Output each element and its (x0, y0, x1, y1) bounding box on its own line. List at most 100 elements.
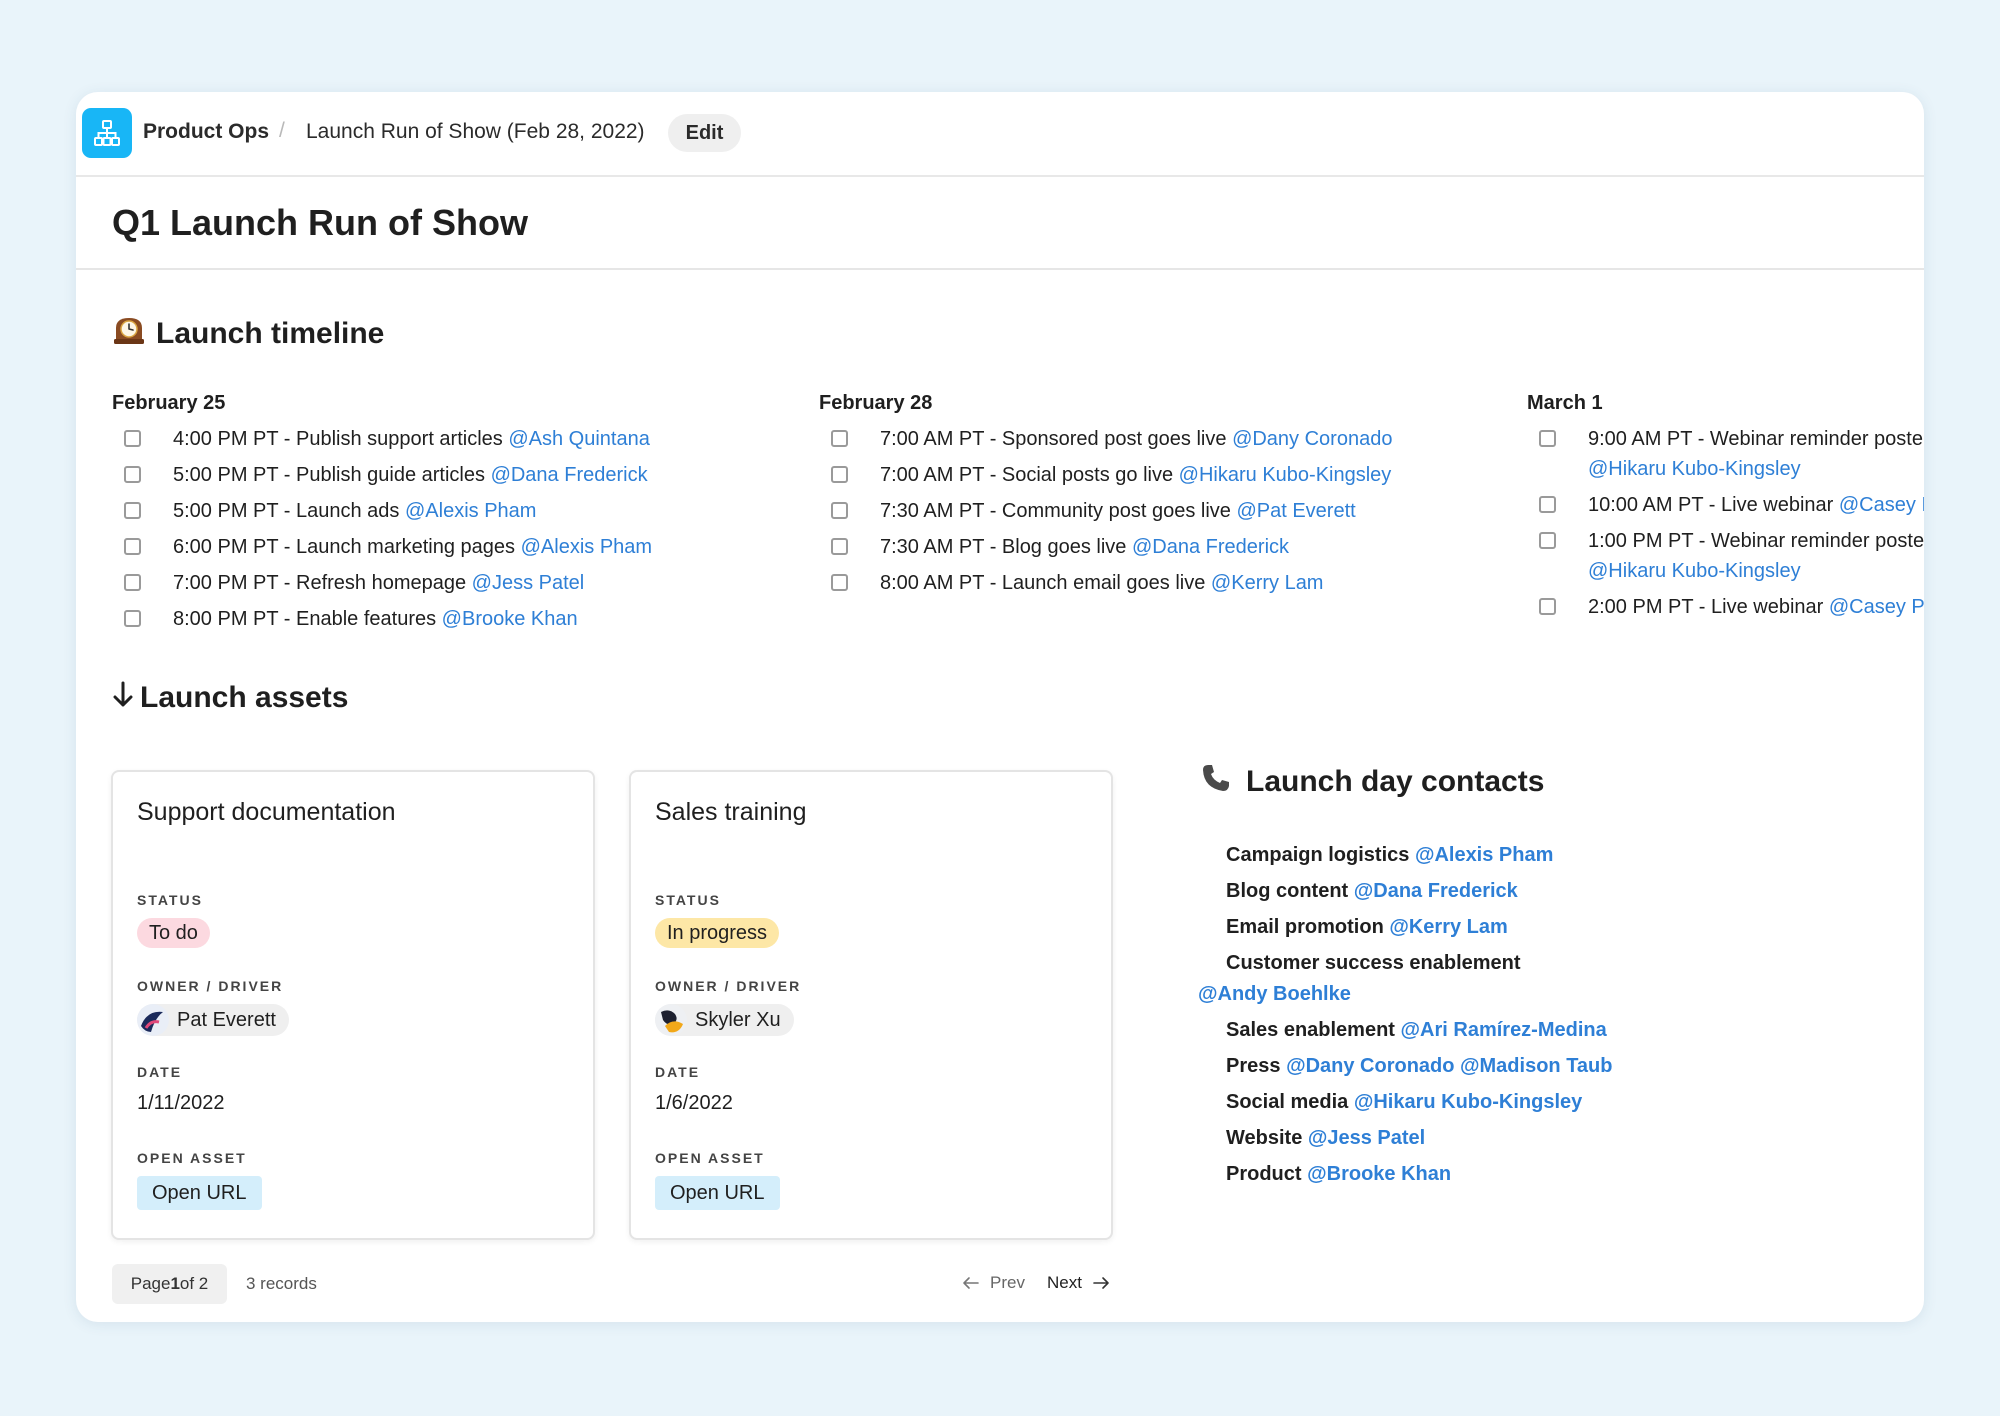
contact-mention[interactable]: @Jess Patel (1308, 1127, 1425, 1149)
contact-mention[interactable]: @Alexis Pham (1415, 844, 1553, 866)
task-checkbox[interactable] (124, 430, 141, 447)
contact-mention[interactable]: @Andy Boehlke (1198, 979, 1800, 1010)
task-checkbox[interactable] (831, 502, 848, 519)
task-mention[interactable]: @Casey Pa (1829, 596, 1924, 618)
contact-item: Sales enablement @Ari Ramírez-Medina (1200, 1015, 1800, 1046)
task-item: 5:00 PM PT - Launch ads @Alexis Pham (112, 496, 652, 526)
task-mention[interactable]: @Dana Frederick (1132, 536, 1289, 558)
task-mention[interactable]: @Dany Coronado (1232, 428, 1392, 450)
next-label: Next (1047, 1273, 1082, 1292)
task-checkbox[interactable] (831, 466, 848, 483)
timeline-column-mar1: March 1 9:00 AM PT - Webinar reminder po… (1527, 392, 1924, 622)
owner-chip[interactable]: Pat Everett (137, 1004, 289, 1036)
breadcrumb-workspace[interactable]: Product Ops (143, 120, 269, 144)
task-text: 8:00 PM PT - Enable features (173, 608, 442, 630)
task-mention[interactable]: @Dana Frederick (491, 464, 648, 486)
next-button[interactable]: Next (1047, 1273, 1110, 1293)
title-divider (76, 268, 1924, 270)
contact-mention[interactable]: @Brooke Khan (1307, 1163, 1451, 1185)
task-checkbox[interactable] (1539, 532, 1556, 549)
contact-mention[interactable]: @Dany Coronado @Madison Taub (1286, 1055, 1612, 1077)
prev-button[interactable]: Prev (962, 1273, 1025, 1293)
status-label: STATUS (655, 892, 721, 908)
task-text: 9:00 AM PT - Webinar reminder poste (1588, 428, 1923, 450)
contact-mention[interactable]: @Kerry Lam (1389, 916, 1507, 938)
owner-label: OWNER / DRIVER (137, 978, 284, 994)
contact-item: Email promotion @Kerry Lam (1200, 912, 1800, 943)
status-badge: In progress (655, 918, 780, 948)
task-mention[interactable]: @Ash Quintana (508, 428, 650, 450)
task-mention[interactable]: @Alexis Pham (405, 500, 536, 522)
task-mention[interactable]: @Hikaru Kubo-Kingsley (1179, 464, 1392, 486)
contact-item: Customer success enablement @Andy Boehlke (1198, 948, 1800, 1010)
task-checkbox[interactable] (831, 430, 848, 447)
task-mention[interactable]: @Jess Patel (472, 572, 585, 594)
owner-name: Skyler Xu (695, 1008, 781, 1031)
task-mention[interactable]: @Pat Everett (1236, 500, 1355, 522)
owner-chip[interactable]: Skyler Xu (655, 1004, 794, 1036)
task-checkbox[interactable] (124, 574, 141, 591)
task-checkbox[interactable] (831, 538, 848, 555)
task-checkbox[interactable] (1539, 598, 1556, 615)
task-text: 4:00 PM PT - Publish support articles (173, 428, 509, 450)
mantel-clock-icon (112, 314, 146, 354)
contact-role: Press (1226, 1055, 1287, 1077)
column-date: February 28 (819, 392, 933, 414)
contact-mention[interactable]: @Dana Frederick (1354, 880, 1518, 902)
asset-card[interactable]: Support documentation STATUS To do OWNER… (111, 770, 595, 1240)
task-checkbox[interactable] (124, 502, 141, 519)
prev-label: Prev (990, 1273, 1025, 1292)
owner-label: OWNER / DRIVER (655, 978, 802, 994)
contact-item: Product @Brooke Khan (1200, 1159, 1800, 1190)
contact-role: Product (1226, 1163, 1308, 1185)
open-url-button[interactable]: Open URL (655, 1176, 780, 1210)
breadcrumb-page[interactable]: Launch Run of Show (Feb 28, 2022) (306, 120, 645, 144)
timeline-column-feb28: February 28 7:00 AM PT - Sponsored post … (819, 392, 1392, 598)
open-url-button[interactable]: Open URL (137, 1176, 262, 1210)
contact-item: Press @Dany Coronado @Madison Taub (1200, 1051, 1800, 1082)
contact-role: Email promotion (1226, 916, 1390, 938)
asset-title: Support documentation (137, 798, 396, 826)
workspace-icon[interactable] (82, 108, 132, 158)
task-text: 7:30 AM PT - Blog goes live (880, 536, 1132, 558)
task-checkbox[interactable] (124, 538, 141, 555)
task-mention[interactable]: @Hikaru Kubo-Kingsley (1588, 458, 1801, 480)
record-count: 3 records (246, 1274, 317, 1293)
task-mention[interactable]: @Kerry Lam (1211, 572, 1324, 594)
contact-item: Campaign logistics @Alexis Pham (1200, 840, 1800, 871)
task-checkbox[interactable] (124, 466, 141, 483)
asset-card[interactable]: Sales training STATUS In progress OWNER … (629, 770, 1113, 1240)
date-value: 1/11/2022 (137, 1092, 225, 1114)
task-text: 1:00 PM PT - Webinar reminder poste (1588, 530, 1924, 552)
task-text: 10:00 AM PT - Live webinar (1588, 494, 1839, 516)
task-checkbox[interactable] (1539, 496, 1556, 513)
task-mention[interactable]: @Casey I (1839, 494, 1924, 516)
task-item: 7:30 AM PT - Blog goes live @Dana Freder… (819, 532, 1392, 562)
contact-item: Social media @Hikaru Kubo-Kingsley (1200, 1087, 1800, 1118)
arrow-right-icon (1093, 1277, 1109, 1289)
edit-button[interactable]: Edit (668, 114, 741, 152)
date-value: 1/6/2022 (655, 1092, 733, 1114)
task-text: 7:00 AM PT - Social posts go live (880, 464, 1179, 486)
timeline-heading-text: Launch timeline (156, 317, 385, 350)
contacts-list: Campaign logistics @Alexis Pham Blog con… (1198, 840, 1800, 1190)
task-text: 7:00 PM PT - Refresh homepage (173, 572, 472, 594)
contact-item: Blog content @Dana Frederick (1200, 876, 1800, 907)
task-text: 7:30 AM PT - Community post goes live (880, 500, 1237, 522)
contacts-heading-text: Launch day contacts (1246, 765, 1545, 798)
status-label: STATUS (137, 892, 203, 908)
task-mention[interactable]: @Hikaru Kubo-Kingsley (1588, 560, 1801, 582)
assets-heading: Launch assets (112, 680, 348, 716)
task-mention[interactable]: @Alexis Pham (521, 536, 652, 558)
task-checkbox[interactable] (1539, 430, 1556, 447)
task-checkbox[interactable] (124, 610, 141, 627)
task-checkbox[interactable] (831, 574, 848, 591)
task-mention[interactable]: @Brooke Khan (442, 608, 578, 630)
contact-mention[interactable]: @Hikaru Kubo-Kingsley (1354, 1091, 1582, 1113)
telephone-icon (1200, 762, 1232, 802)
contact-mention[interactable]: @Ari Ramírez-Medina (1401, 1019, 1607, 1041)
open-asset-label: OPEN ASSET (655, 1150, 765, 1166)
page-indicator: Page 1 of 2 (112, 1264, 227, 1304)
task-text: 6:00 PM PT - Launch marketing pages (173, 536, 521, 558)
owner-name: Pat Everett (177, 1008, 276, 1031)
